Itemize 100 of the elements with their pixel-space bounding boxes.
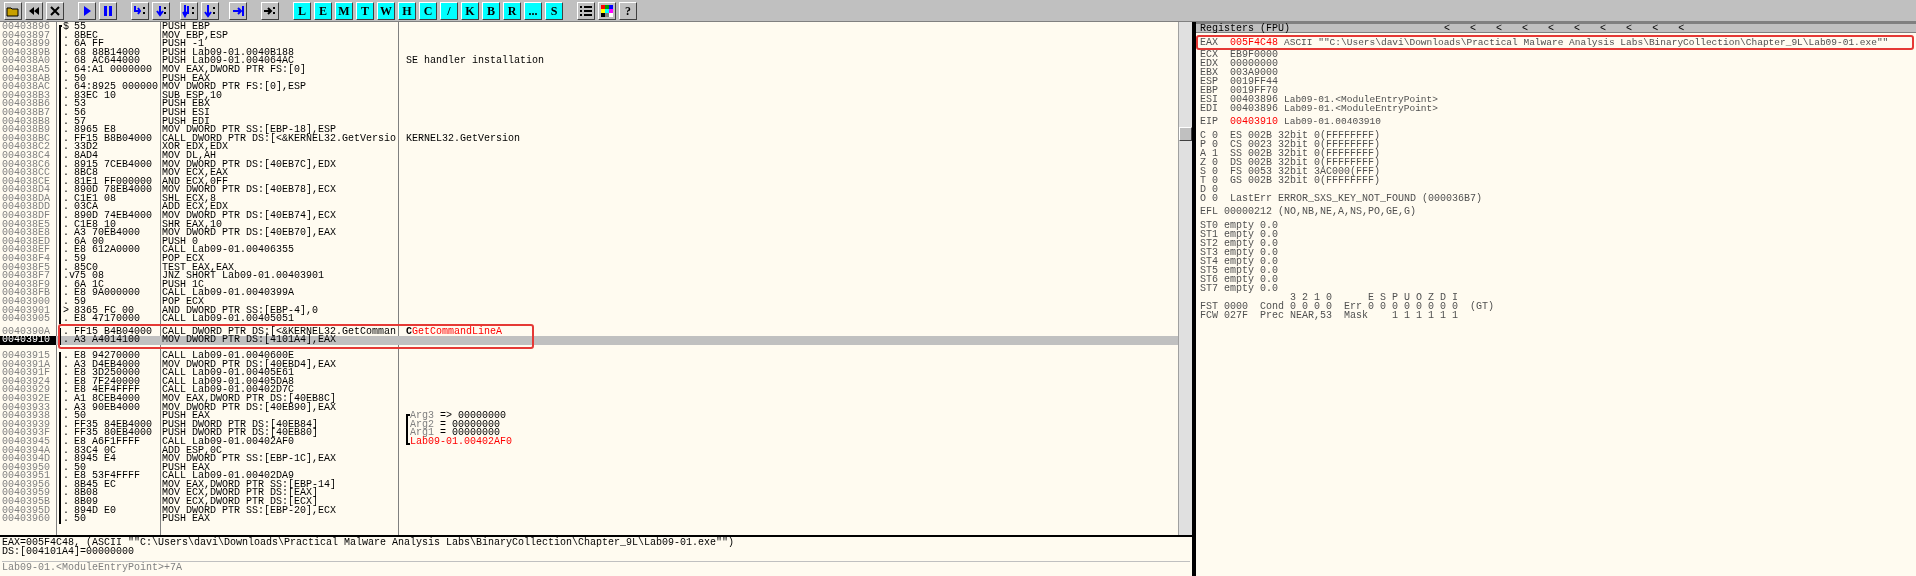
register-line: ST3 empty 0.0 (1200, 248, 1279, 257)
trace-into-button[interactable] (180, 1, 198, 20)
column-marker: < (1574, 23, 1581, 33)
address-cell-text: 004038A0 (1, 57, 51, 66)
register-value[interactable]: 00403910 (1230, 117, 1278, 126)
window-button[interactable]: W (377, 1, 395, 20)
register-name: EDI (1200, 104, 1219, 113)
comment-text: GetCommandLineA (412, 327, 503, 337)
address-cell: 00403910 (0, 336, 56, 345)
address-cell-text: 00403896 (1, 23, 51, 32)
register-line: A 1 SS 002B 32bit 0(FFFFFFFF) (1200, 149, 1382, 158)
instruction-cell-text: MOV DWORD PTR DS:[40EB78],ECX (161, 186, 338, 195)
window-button[interactable]: K (461, 1, 479, 20)
register-name: EIP (1200, 117, 1219, 126)
window-button[interactable]: ... (524, 1, 542, 20)
instruction-cell-text: CALL Lab09-01.0040600E (161, 351, 295, 361)
code-row[interactable]: 004038B7 . 56 PUSH ESI (0, 108, 1178, 118)
restart-button[interactable] (25, 1, 43, 20)
register-value[interactable]: 00000000 (1230, 59, 1278, 68)
code-row[interactable]: 004038D4 . 890D 78EB4000 MOV DWORD PTR DS:[40EB78],ECX (0, 186, 1178, 195)
hex-cell: E8 A6F1FFFF (74, 437, 140, 447)
code-row[interactable]: 004038A5 . 64:A1 0000000 MOV EAX,DWORD PTR FS:[0] (0, 65, 1178, 75)
hex-cell: E8 9A000000 (74, 289, 140, 298)
register-line: FST 0000 Cond 0 0 0 0 Err 0 0 0 0 0 0 0 0 (GT) (1200, 302, 1496, 311)
register-value[interactable]: 005F4C48 (1230, 38, 1278, 47)
instruction-cell-text: MOV DWORD PTR SS:[EBP-1C],EAX (161, 455, 338, 464)
code-row[interactable]: 00403910 . A3 A4014100 MOV DWORD PTR DS:[4101A4],EAX (0, 336, 1178, 345)
color-grid-icon (600, 3, 614, 18)
trace-over-button[interactable] (201, 1, 219, 20)
code-row[interactable]: 004038AC . 64:8925 000000 MOV DWORD PTR FS:[0],ESP (0, 83, 1178, 92)
window-button[interactable]: S (545, 1, 563, 20)
run-button[interactable] (78, 1, 96, 20)
pause-button[interactable] (99, 1, 117, 20)
instruction-cell-text: CALL Lab09-01.00402D7C (161, 386, 295, 395)
close-button[interactable] (46, 1, 64, 20)
jump-marker: . (62, 91, 70, 101)
code-row[interactable]: 004038F4 . 59 POP ECX (0, 255, 1178, 264)
window-button[interactable]: L (293, 1, 311, 20)
hex-cell: 59 (74, 298, 86, 307)
register-value[interactable]: 00403896 (1230, 104, 1278, 113)
hex-cell: 8965 E8 (74, 126, 116, 135)
column-marker: < (1600, 23, 1607, 33)
code-row[interactable]: 004038FB . E8 9A000000 CALL Lab09-01.0040399A (0, 289, 1178, 298)
register-value[interactable]: EB9F0000 (1230, 50, 1278, 59)
code-row[interactable]: 0040394D . 8945 E4 MOV DWORD PTR SS:[EBP-1C],EAX (0, 455, 1178, 464)
window-button[interactable]: C (419, 1, 437, 20)
colors-button[interactable] (598, 1, 616, 20)
step-into-button[interactable] (131, 1, 149, 20)
jump-marker: .v (62, 272, 74, 281)
jump-marker: . (62, 506, 70, 516)
address-cell-text: 00403899 (1, 40, 51, 49)
code-row[interactable]: 004038E8 . A3 70EB4000 MOV DWORD PTR DS:[40EB70],EAX (0, 229, 1178, 238)
code-row[interactable]: 004038DF . 890D 74EB4000 MOV DWORD PTR DS:[40EB74],ECX (0, 212, 1178, 221)
scrollbar-thumb[interactable] (1179, 127, 1192, 141)
arrow-dots-icon (203, 3, 217, 18)
code-row[interactable]: 00403960 . 50 PUSH EAX (0, 515, 1178, 524)
hex-cell: E8 53F4FFFF (74, 472, 140, 481)
register-value[interactable]: 00403896 (1230, 95, 1278, 104)
instruction-cell-text: CALL Lab09-01.00402AF0 (161, 437, 295, 447)
jump-marker: . (62, 194, 70, 204)
register-line: O 0 LastErr ERROR_SXS_KEY_NOT_FOUND (000036B7) (1200, 194, 1484, 203)
address-cell-text: 00403915 (1, 351, 51, 361)
open-button[interactable] (4, 1, 22, 20)
address-cell-text: 00403905 (1, 315, 51, 324)
register-line: ST7 empty 0.0 (1200, 284, 1279, 293)
code-row[interactable]: 004038F7 .v75 08 JNZ SHORT Lab09-01.00403901 (0, 272, 1178, 281)
code-row[interactable]: 00403945 . E8 A6F1FFFF CALL Lab09-01.00402AF0 Lab09-01.00402AF0 (0, 437, 1178, 447)
register-value[interactable]: 0019FF70 (1230, 86, 1278, 95)
code-row[interactable]: 004038CC . 8BC8 MOV ECX,EAX (0, 169, 1178, 178)
comment-text: = 00000000 (440, 429, 501, 438)
address-cell-text: 004038E8 (1, 229, 51, 238)
jump-marker: . (62, 160, 70, 170)
help-button[interactable]: ? (619, 1, 637, 20)
address-cell-text: 004038DF (1, 212, 51, 221)
jump-marker: . (62, 83, 70, 92)
comment-text: KERNEL32.GetVersion (406, 134, 521, 144)
code-row[interactable]: 00403896 $ 55 PUSH EBP (0, 23, 1178, 32)
list-button[interactable] (577, 1, 595, 20)
window-button[interactable]: E (314, 1, 332, 20)
register-value[interactable]: 003A9000 (1230, 68, 1278, 77)
jump-marker: . (62, 40, 70, 49)
window-button[interactable]: T (356, 1, 374, 20)
code-row[interactable]: 004038C2 . 33D2 XOR EDX,EDX (0, 143, 1178, 152)
register-line: T 0 GS 002B 32bit 0(FFFFFFFF) (1200, 176, 1382, 185)
register-name: EBP (1200, 86, 1219, 95)
address-cell-text: 0040392E (1, 394, 51, 404)
window-button[interactable]: H (398, 1, 416, 20)
window-button[interactable]: R (503, 1, 521, 20)
window-button[interactable]: B (482, 1, 500, 20)
instruction-cell-text: PUSH EBP (161, 23, 210, 32)
hex-cell: 33D2 (74, 143, 98, 152)
register-value[interactable]: 0019FF44 (1230, 77, 1278, 86)
return-button[interactable] (229, 1, 247, 20)
jump-marker: . (62, 220, 70, 230)
go-to-button[interactable] (261, 1, 279, 20)
code-row[interactable]: 004038B6 . 53 PUSH EBX (0, 100, 1178, 109)
step-over-button[interactable] (152, 1, 170, 20)
window-button[interactable]: M (335, 1, 353, 20)
window-button[interactable]: / (440, 1, 458, 20)
code-row[interactable]: 00403905 . E8 47170000 CALL Lab09-01.00405051 (0, 315, 1178, 324)
